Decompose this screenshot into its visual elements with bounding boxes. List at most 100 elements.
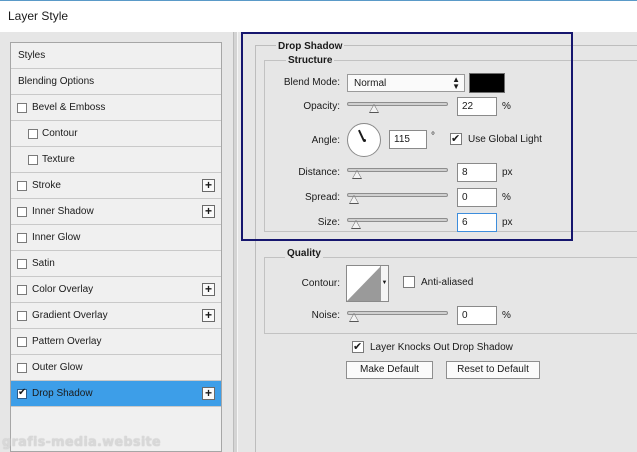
angle-unit: ° — [431, 131, 435, 142]
panel-divider — [233, 32, 238, 452]
contour-dropdown-arrow-icon[interactable]: ▼ — [380, 266, 388, 301]
blend-mode-label: Blend Mode: — [283, 77, 340, 88]
structure-title: Structure — [286, 55, 335, 66]
size-slider-thumb[interactable] — [350, 220, 361, 229]
sidebar-item-checkbox[interactable] — [17, 103, 27, 113]
angle-dial[interactable] — [347, 123, 381, 157]
quality-title: Quality — [285, 248, 323, 259]
opacity-input[interactable]: 22 — [457, 97, 497, 116]
contour-label: Contour: — [301, 278, 340, 289]
sidebar-item-label: Styles — [18, 50, 46, 61]
sidebar-item-texture[interactable]: Texture — [11, 147, 221, 173]
sidebar-item-label: Satin — [32, 258, 55, 269]
window-title: Layer Style — [8, 9, 69, 23]
add-effect-plus-icon[interactable]: + — [202, 205, 215, 218]
add-effect-plus-icon[interactable]: + — [202, 179, 215, 192]
sidebar-item-label: Contour — [42, 128, 78, 139]
sidebar-item-inner-glow[interactable]: Inner Glow — [11, 225, 221, 251]
sidebar-item-checkbox[interactable] — [17, 181, 27, 191]
sidebar-item-checkbox[interactable] — [17, 207, 27, 217]
spread-input[interactable]: 0 — [457, 188, 497, 207]
sidebar-item-checkbox[interactable] — [17, 285, 27, 295]
size-slider[interactable] — [347, 218, 448, 229]
add-effect-plus-icon[interactable]: + — [202, 283, 215, 296]
reset-to-default-button[interactable]: Reset to Default — [446, 361, 540, 379]
contour-curve-icon — [347, 266, 381, 301]
sidebar-item-checkbox[interactable] — [28, 129, 38, 139]
distance-slider-thumb[interactable] — [351, 170, 362, 179]
noise-slider[interactable] — [347, 311, 448, 322]
sidebar-item-inner-shadow[interactable]: Inner Shadow + — [11, 199, 221, 225]
sidebar-item-label: Outer Glow — [32, 362, 83, 373]
opacity-slider-thumb[interactable] — [368, 104, 379, 113]
sidebar-item-styles[interactable]: Styles — [11, 43, 221, 69]
spread-unit: % — [502, 192, 511, 203]
sidebar-item-outer-glow[interactable]: Outer Glow — [11, 355, 221, 381]
spread-slider-thumb[interactable] — [349, 195, 359, 204]
distance-unit: px — [502, 167, 513, 178]
sidebar-item-checkbox[interactable] — [17, 337, 27, 347]
layer-knocks-out-label: Layer Knocks Out Drop Shadow — [370, 342, 513, 353]
quality-group — [264, 257, 637, 334]
sidebar-item-label: Color Overlay — [32, 284, 94, 295]
distance-slider[interactable] — [347, 168, 448, 179]
sidebar-item-label: Bevel & Emboss — [32, 102, 106, 113]
sidebar-item-label: Stroke — [32, 180, 61, 191]
angle-label: Angle: — [311, 135, 340, 146]
blend-mode-select[interactable]: Normal ▲ ▼ — [347, 74, 465, 92]
sidebar-item-label: Pattern Overlay — [32, 336, 102, 347]
sidebar-item-label: Inner Shadow — [32, 206, 94, 217]
drop-shadow-title: Drop Shadow — [276, 41, 345, 52]
sidebar-item-color-overlay[interactable]: Color Overlay + — [11, 277, 221, 303]
noise-unit: % — [502, 310, 511, 321]
sidebar-item-satin[interactable]: Satin — [11, 251, 221, 277]
angle-dial-center — [363, 139, 366, 142]
noise-label: Noise: — [311, 310, 340, 321]
sidebar-item-checkbox[interactable] — [17, 259, 27, 269]
distance-input[interactable]: 8 — [457, 163, 497, 182]
shadow-color-swatch[interactable] — [469, 73, 505, 93]
watermark-text: grafis-media.website — [2, 435, 161, 450]
anti-aliased-label: Anti-aliased — [421, 277, 474, 288]
dialog-content: Styles Blending Options Bevel & Emboss Cont… — [0, 32, 637, 452]
sidebar-item-label: Drop Shadow — [32, 388, 93, 399]
add-effect-plus-icon[interactable]: + — [202, 387, 215, 400]
size-label: Size: — [317, 217, 340, 228]
opacity-unit: % — [502, 101, 511, 112]
sidebar-item-drop-shadow[interactable]: Drop Shadow + — [11, 381, 221, 407]
blend-mode-value: Normal — [354, 78, 387, 89]
sidebar-item-checkbox[interactable] — [28, 155, 38, 165]
sidebar-item-pattern-overlay[interactable]: Pattern Overlay — [11, 329, 221, 355]
contour-picker[interactable]: ▼ — [346, 265, 389, 302]
make-default-button[interactable]: Make Default — [346, 361, 433, 379]
sidebar-item-checkbox[interactable] — [17, 233, 27, 243]
opacity-label: Opacity: — [303, 101, 340, 112]
size-input[interactable]: 6 — [457, 213, 497, 232]
sidebar-item-label: Blending Options — [18, 76, 95, 87]
spread-label: Spread: — [304, 192, 340, 203]
sidebar-item-stroke[interactable]: Stroke + — [11, 173, 221, 199]
sidebar-item-checkbox[interactable] — [17, 363, 27, 373]
sidebar-item-label: Gradient Overlay — [32, 310, 108, 321]
styles-list: Styles Blending Options Bevel & Emboss Cont… — [10, 42, 222, 452]
select-arrows-icon: ▲ ▼ — [452, 75, 460, 91]
spread-slider[interactable] — [347, 193, 448, 204]
add-effect-plus-icon[interactable]: + — [202, 309, 215, 322]
layer-knocks-out-checkbox[interactable] — [352, 340, 364, 353]
angle-input[interactable]: 115 — [389, 130, 427, 149]
noise-input[interactable]: 0 — [457, 306, 497, 325]
noise-slider-thumb[interactable] — [349, 313, 359, 322]
sidebar-item-checkbox[interactable] — [17, 311, 27, 321]
sidebar-item-gradient-overlay[interactable]: Gradient Overlay + — [11, 303, 221, 329]
use-global-light-label: Use Global Light — [468, 134, 542, 145]
opacity-slider[interactable] — [347, 102, 448, 113]
use-global-light-checkbox[interactable] — [450, 132, 462, 145]
title-bar: Layer Style — [0, 0, 637, 32]
anti-aliased-checkbox[interactable] — [403, 276, 415, 288]
distance-label: Distance: — [298, 167, 340, 178]
sidebar-item-bevel-emboss[interactable]: Bevel & Emboss — [11, 95, 221, 121]
sidebar-item-contour[interactable]: Contour — [11, 121, 221, 147]
sidebar-item-blending-options[interactable]: Blending Options — [11, 69, 221, 95]
sidebar-item-label: Inner Glow — [32, 232, 81, 243]
sidebar-item-checkbox[interactable] — [17, 387, 27, 399]
